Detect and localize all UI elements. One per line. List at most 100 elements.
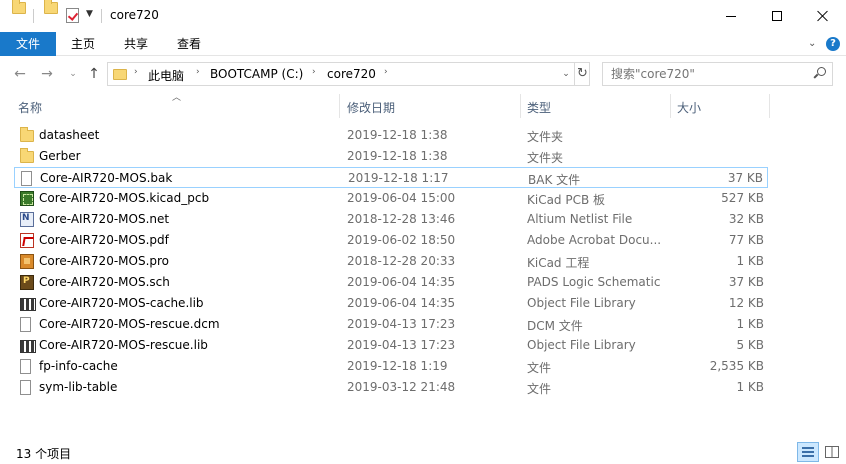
search-icon[interactable]: [814, 67, 826, 79]
pads-schematic-icon: [20, 275, 34, 290]
column-header-size[interactable]: 大小: [677, 99, 701, 116]
refresh-icon[interactable]: ↻: [574, 63, 590, 85]
properties-icon[interactable]: [66, 8, 79, 23]
breadcrumb-bootcamp[interactable]: BOOTCAMP (C:): [210, 67, 303, 81]
address-history-dropdown-icon[interactable]: ⌄: [557, 63, 574, 85]
column-headers: ︿ 名称 修改日期 类型 大小: [0, 93, 846, 118]
file-row[interactable]: Core-AIR720-MOS.kicad_pcb 2019-06-04 15:0…: [14, 188, 768, 209]
file-name: Gerber: [39, 149, 81, 163]
chevron-right-icon[interactable]: ›: [134, 67, 138, 77]
file-type: Adobe Acrobat Docu...: [527, 233, 662, 247]
kicad-project-icon: [20, 254, 34, 269]
file-row[interactable]: Core-AIR720-MOS-rescue.lib 2019-04-13 17:…: [14, 335, 768, 356]
file-row[interactable]: Core-AIR720-MOS.sch 2019-06-04 14:35 PADS …: [14, 272, 768, 293]
file-row[interactable]: Gerber 2019-12-18 1:38 文件夹: [14, 146, 768, 167]
tab-share[interactable]: 共享: [113, 32, 159, 56]
file-name: datasheet: [39, 128, 100, 142]
file-name: sym-lib-table: [39, 380, 118, 394]
column-header-name[interactable]: 名称: [18, 99, 42, 116]
column-header-date[interactable]: 修改日期: [347, 99, 395, 116]
file-modified-date: 2019-12-18 1:17: [348, 171, 449, 185]
document-icon: [20, 380, 31, 395]
netlist-icon: [20, 212, 34, 227]
file-name: Core-AIR720-MOS.kicad_pcb: [39, 191, 210, 205]
folder-icon: [113, 69, 127, 80]
file-type: 文件夹: [527, 130, 564, 144]
help-icon[interactable]: ?: [826, 37, 840, 51]
file-size: 12 KB: [728, 296, 764, 310]
tab-view[interactable]: 查看: [166, 32, 212, 56]
document-icon: [20, 359, 31, 374]
file-modified-date: 2019-04-13 17:23: [347, 317, 456, 331]
file-size: 527 KB: [721, 191, 764, 205]
new-folder-icon[interactable]: [44, 0, 58, 14]
forward-arrow-icon[interactable]: →: [38, 65, 56, 83]
file-row[interactable]: Core-AIR720-MOS-cache.lib 2019-06-04 14:3…: [14, 293, 768, 314]
file-name: Core-AIR720-MOS.pro: [39, 254, 170, 268]
address-bar[interactable]: › 此电脑 › BOOTCAMP (C:) › core720 › ⌄ ↻: [107, 62, 590, 86]
file-row[interactable]: Core-AIR720-MOS.pro 2018-12-28 20:33 KiCad…: [14, 251, 768, 272]
file-size: 37 KB: [727, 171, 763, 185]
file-modified-date: 2019-12-18 1:38: [347, 128, 448, 142]
document-icon: [20, 317, 31, 332]
file-size: 77 KB: [728, 233, 764, 247]
file-modified-date: 2019-06-04 15:00: [347, 191, 456, 205]
breadcrumb-core720[interactable]: core720: [327, 67, 376, 81]
tab-home[interactable]: 主页: [60, 32, 106, 56]
file-size: 1 KB: [736, 317, 764, 331]
file-size: 5 KB: [736, 338, 764, 352]
file-type: Altium Netlist File: [527, 212, 633, 226]
chevron-right-icon[interactable]: ›: [196, 67, 200, 77]
chevron-right-icon[interactable]: ›: [384, 67, 388, 77]
window-title: core720: [110, 8, 159, 22]
folder-icon[interactable]: [12, 0, 26, 14]
ribbon-tabs: 文件 主页 共享 查看 ⌄ ?: [0, 32, 846, 56]
file-name: Core-AIR720-MOS-rescue.lib: [39, 338, 208, 352]
recent-locations-icon[interactable]: ⌄: [64, 65, 82, 83]
minimize-button[interactable]: [708, 0, 754, 32]
file-row[interactable]: Core-AIR720-MOS.pdf 2019-06-02 18:50 Adobe…: [14, 230, 768, 251]
customize-toolbar-dropdown-icon[interactable]: ▼: [86, 9, 93, 19]
large-icons-view-button[interactable]: [821, 442, 843, 462]
search-box[interactable]: [602, 62, 833, 86]
navigation-bar: ← → ⌄ ↑ › 此电脑 › BOOTCAMP (C:) › core720 …: [0, 56, 846, 92]
column-divider[interactable]: [769, 94, 770, 118]
library-icon: [20, 338, 36, 353]
file-type: 文件: [527, 361, 552, 375]
file-row[interactable]: Core-AIR720-MOS.bak 2019-12-18 1:17 BAK 文件…: [14, 167, 768, 188]
file-name: Core-AIR720-MOS.bak: [40, 171, 173, 185]
file-row[interactable]: sym-lib-table 2019-03-12 21:48 文件 1 KB: [14, 377, 768, 398]
folder-icon: [20, 127, 34, 142]
close-button[interactable]: [800, 0, 846, 32]
library-icon: [20, 296, 36, 311]
file-modified-date: 2019-06-04 14:35: [347, 296, 456, 310]
search-input[interactable]: [603, 63, 803, 85]
file-name: Core-AIR720-MOS.pdf: [39, 233, 169, 247]
sort-ascending-icon: ︿: [172, 93, 182, 103]
close-icon: [817, 10, 829, 22]
column-divider[interactable]: [670, 94, 671, 118]
file-row[interactable]: Core-AIR720-MOS-rescue.dcm 2019-04-13 17:…: [14, 314, 768, 335]
file-name: Core-AIR720-MOS.net: [39, 212, 170, 226]
file-row[interactable]: fp-info-cache 2019-12-18 1:19 文件 2,535 KB: [14, 356, 768, 377]
column-divider[interactable]: [520, 94, 521, 118]
file-row[interactable]: datasheet 2019-12-18 1:38 文件夹: [14, 125, 768, 146]
kicad-pcb-icon: [20, 191, 34, 206]
title-bar: ▼ core720: [0, 0, 846, 32]
chevron-right-icon[interactable]: ›: [312, 67, 316, 77]
maximize-button[interactable]: [754, 0, 800, 32]
folder-icon: [20, 148, 34, 163]
file-name: Core-AIR720-MOS.sch: [39, 275, 170, 289]
file-modified-date: 2019-12-18 1:19: [347, 359, 448, 373]
column-divider[interactable]: [339, 94, 340, 118]
tab-file[interactable]: 文件: [0, 32, 56, 56]
file-row[interactable]: Core-AIR720-MOS.net 2018-12-28 13:46 Altiu…: [14, 209, 768, 230]
details-view-button[interactable]: [797, 442, 819, 462]
breadcrumb-this-pc[interactable]: 此电脑: [148, 67, 184, 84]
file-modified-date: 2018-12-28 20:33: [347, 254, 456, 268]
back-arrow-icon[interactable]: ←: [11, 65, 29, 83]
column-header-type[interactable]: 类型: [527, 99, 551, 116]
file-size: 37 KB: [728, 275, 764, 289]
up-arrow-icon[interactable]: ↑: [85, 65, 103, 83]
expand-ribbon-icon[interactable]: ⌄: [808, 38, 816, 49]
